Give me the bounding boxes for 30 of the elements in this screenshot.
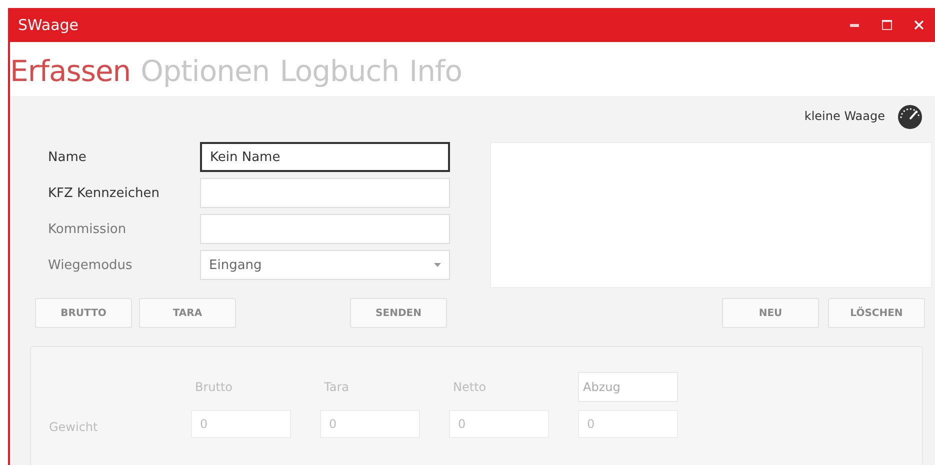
close-icon xyxy=(914,20,924,30)
field-label: Wiegemodus xyxy=(48,258,134,272)
caret-icon xyxy=(434,263,441,267)
window-title: SWaage xyxy=(18,16,80,34)
input-field[interactable] xyxy=(200,214,450,244)
weight-field[interactable]: 0 xyxy=(449,410,549,438)
minimize-icon xyxy=(850,23,860,27)
tab[interactable]: Erfassen xyxy=(10,54,131,88)
action-button[interactable]: BRUTTO xyxy=(35,298,132,328)
action-button[interactable]: TARA xyxy=(139,298,236,328)
gauge-icon xyxy=(895,103,925,129)
field-label: Kommission xyxy=(48,222,128,236)
action-button[interactable]: NEU xyxy=(722,298,819,328)
row-label: Gewicht xyxy=(48,419,99,436)
action-button[interactable]: SENDEN xyxy=(350,298,447,328)
weight-field[interactable]: 0 xyxy=(320,410,420,438)
maximize-icon xyxy=(882,20,892,30)
column-header: Netto xyxy=(452,379,488,396)
dropdown[interactable]: Eingang xyxy=(200,250,450,280)
action-button[interactable]: LÖSCHEN xyxy=(828,298,925,328)
scale-label: kleine Waage xyxy=(804,109,885,123)
input-field[interactable]: Kein Name xyxy=(200,142,450,172)
input-field[interactable] xyxy=(200,178,450,208)
field-label: Name xyxy=(48,150,88,164)
weight-field[interactable]: 0 xyxy=(578,410,678,438)
column-header: Tara xyxy=(323,379,350,396)
weight-field[interactable]: 0 xyxy=(191,410,291,438)
column-header: Brutto xyxy=(194,379,234,396)
column-header-field[interactable]: Abzug xyxy=(578,372,678,402)
field-label: KFZ Kennzeichen xyxy=(48,186,160,200)
